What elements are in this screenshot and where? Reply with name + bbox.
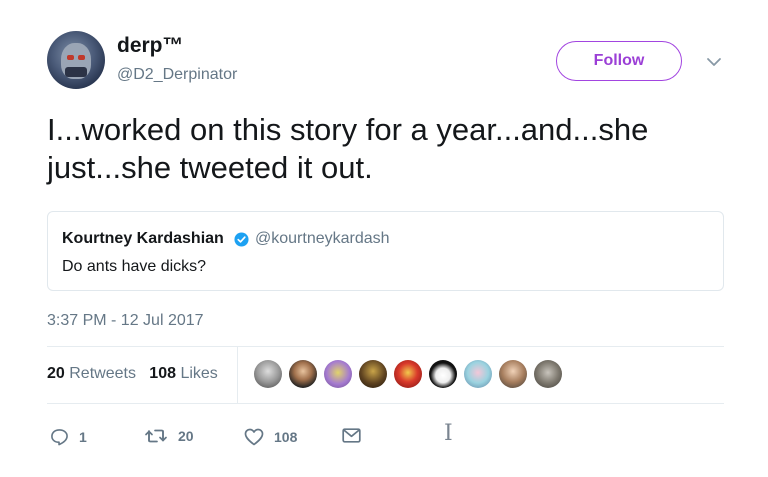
retweets-stat[interactable]: 20 Retweets — [47, 365, 136, 382]
like-action[interactable]: 108 — [244, 428, 297, 446]
follow-button[interactable]: Follow — [556, 41, 682, 81]
liker-avatar-4[interactable] — [359, 360, 387, 388]
retweet-icon — [145, 429, 167, 443]
reply-action[interactable]: 1 — [50, 428, 87, 446]
retweet-count: 20 — [178, 428, 194, 444]
author-avatar[interactable] — [47, 31, 105, 89]
quoted-tweet-card[interactable] — [47, 211, 724, 291]
tweet-timestamp[interactable]: 3:37 PM - 12 Jul 2017 — [47, 312, 204, 330]
verified-badge-icon — [234, 232, 249, 247]
quoted-tweet-text: Do ants have dicks? — [62, 258, 207, 275]
retweets-count: 20 — [47, 365, 65, 382]
chevron-down-icon[interactable] — [705, 56, 723, 68]
tweet-text: I...worked on this story for a year...an… — [47, 112, 649, 185]
reply-icon — [51, 429, 68, 446]
heart-icon — [244, 428, 264, 446]
likes-count: 108 — [149, 365, 176, 382]
like-count: 108 — [274, 429, 298, 445]
liker-avatar-6[interactable] — [429, 360, 457, 388]
liker-avatar-2[interactable] — [289, 360, 317, 388]
liker-avatar-8[interactable] — [499, 360, 527, 388]
liker-avatar-7[interactable] — [464, 360, 492, 388]
text-cursor-icon: I — [444, 421, 453, 446]
retweets-label: Retweets — [69, 365, 136, 382]
liker-avatar-5[interactable] — [394, 360, 422, 388]
retweet-action[interactable]: 20 — [144, 428, 194, 444]
divider — [47, 346, 724, 347]
direct-message-action[interactable] — [342, 428, 371, 443]
author-handle[interactable]: @D2_Derpinator — [117, 66, 237, 84]
likes-stat[interactable]: 108 Likes — [149, 365, 218, 382]
liker-avatar-3[interactable] — [324, 360, 352, 388]
quoted-author-name[interactable]: Kourtney Kardashian — [62, 230, 224, 248]
divider — [47, 403, 724, 404]
liker-avatar-1[interactable] — [254, 360, 282, 388]
author-name[interactable]: derp™ — [117, 34, 184, 58]
quoted-author-handle[interactable]: @kourtneykardash — [255, 230, 390, 248]
envelope-icon — [342, 428, 361, 443]
liker-avatar-9[interactable] — [534, 360, 562, 388]
tweet-stats: 20 Retweets 108 Likes — [47, 365, 218, 383]
reply-count: 1 — [79, 429, 87, 445]
likes-label: Likes — [180, 365, 218, 382]
stats-separator — [237, 347, 238, 403]
